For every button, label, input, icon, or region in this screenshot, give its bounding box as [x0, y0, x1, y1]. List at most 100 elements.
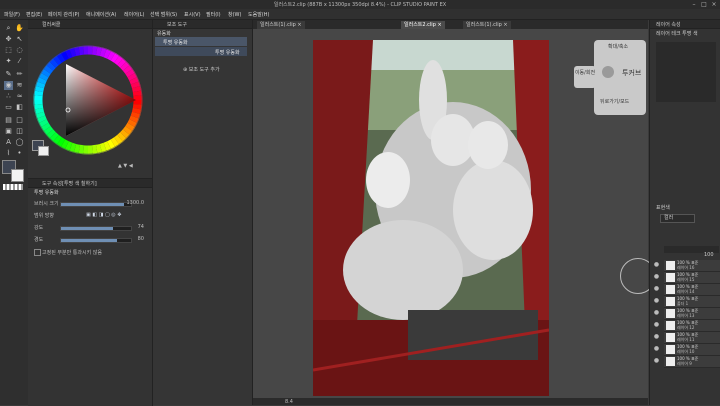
direction-row[interactable]: 범위 방향 ▣ ◧ ◨ ▢ ◎ ✥ [32, 211, 150, 219]
brush-size-label: 브러시 크기 [34, 201, 59, 207]
fill-icon[interactable]: ◧ [15, 103, 24, 112]
layer-row[interactable]: 100 % 표준 레이어 13 [664, 308, 720, 320]
ruler-icon[interactable]: ◫ [15, 127, 24, 136]
liquify-icon[interactable]: ◉ [4, 81, 13, 90]
strength-row[interactable]: 강도 74 [32, 223, 150, 231]
menu-bar: 파일(F) 편집(E) 페이지 관리(P) 애니메이션(A) 레이어(L) 선택… [0, 9, 720, 20]
menu-select[interactable]: 선택 범위(S) [150, 11, 177, 18]
tab-active[interactable]: 일러스트2.clip × [401, 21, 445, 29]
layer-row[interactable]: 100 % 표준 레이어 11 [664, 332, 720, 344]
brush-size-row[interactable]: 브러시 크기 1300.0 [32, 199, 150, 207]
tab-inactive[interactable]: 일러스트(1).clip × [257, 21, 305, 29]
layer-row[interactable]: 100 % 표준 폴더 1 [664, 296, 720, 308]
eraser-icon[interactable]: ▭ [4, 103, 13, 112]
title-bar: 일러스트2.clip (887B x 11300px 350dpi 8.4%) … [0, 0, 720, 9]
color-panel-header: 컬러써클 [28, 20, 152, 29]
menu-page[interactable]: 페이지 관리(P) [48, 11, 80, 18]
tool-property-header: 도구 속성[투명 색 칠하기] [28, 179, 152, 188]
menu-file[interactable]: 파일(F) [4, 11, 20, 18]
sub-tool-panel: 보조 도구 유동화 투명 유동화 투명 유동화 ⊕ 보조 도구 추가 [153, 20, 253, 405]
color-panel-title: 컬러써클 [42, 22, 61, 28]
sub-color-swatch[interactable] [11, 169, 24, 182]
correct-line-icon[interactable]: ⌇ [4, 149, 13, 158]
eye-icon[interactable]: ● [653, 297, 660, 304]
menu-filter[interactable]: 필터(I) [206, 11, 221, 18]
eye-icon[interactable]: ● [653, 285, 660, 292]
minimize-icon[interactable]: – [690, 1, 698, 8]
strength-slider[interactable] [60, 226, 132, 231]
eye-icon[interactable]: ● [653, 345, 660, 352]
transparent-swatch[interactable] [3, 184, 23, 190]
airbrush-icon[interactable]: ∴ [4, 92, 13, 101]
eye-icon[interactable]: ● [653, 357, 660, 364]
dot-icon[interactable]: • [15, 149, 24, 158]
nav-move-button[interactable]: 이동/회전 [574, 66, 596, 88]
opacity-label: 100 [704, 252, 714, 258]
direction-buttons[interactable]: ▣ ◧ ◨ ▢ ◎ ✥ [86, 212, 121, 218]
navigator-pad[interactable]: 확대/축소 이동/회전 투커브 뒤로가기/모드 [574, 40, 646, 115]
brush-size-slider[interactable] [60, 202, 132, 207]
tool-rail: ⌕ ✋ ✥ ↖ ⬚ ◌ ✦ ⁄ ✎ ✏ ◉ ≋ ∴ ≈ ▭ ◧ ▤ □ ▣ ◫ … [0, 20, 29, 405]
menu-edit[interactable]: 편집(E) [26, 11, 42, 18]
tab-inactive[interactable]: 일러스트(1).clip × [463, 21, 511, 29]
sub-tool-group: 유동화 [157, 31, 171, 37]
add-sub-tool-button[interactable]: ⊕ 보조 도구 추가 [183, 66, 220, 73]
close-icon[interactable]: × [710, 1, 718, 8]
layer-panel-header: 레이어 속성 [650, 20, 720, 29]
gradient-icon[interactable]: ▤ [4, 116, 13, 125]
eye-icon[interactable]: ● [653, 273, 660, 280]
artwork-canvas[interactable] [313, 40, 549, 396]
blend-select[interactable]: 컬러 [660, 214, 695, 223]
menu-view[interactable]: 표시(V) [184, 11, 201, 18]
hand-icon[interactable]: ✋ [15, 24, 24, 33]
pen-icon[interactable]: ✎ [4, 70, 13, 79]
eye-icon[interactable]: ● [653, 309, 660, 316]
blend-icon[interactable]: ≈ [15, 92, 24, 101]
move-icon[interactable]: ✥ [4, 35, 13, 44]
eye-icon[interactable]: ● [653, 321, 660, 328]
zoom-icon[interactable]: ⌕ [4, 24, 13, 33]
layer-row[interactable]: 100 % 표준 레이어 15 [664, 272, 720, 284]
layer-row[interactable]: 100 % 표준 레이어 16 [664, 260, 720, 272]
hardness-slider[interactable] [60, 238, 132, 243]
text-icon[interactable]: A [4, 138, 13, 147]
balloon-icon[interactable]: ◯ [15, 138, 24, 147]
hardness-row[interactable]: 경도 80 [32, 235, 150, 243]
frame-icon[interactable]: ▣ [4, 127, 13, 136]
lasso-icon[interactable]: ◌ [15, 46, 24, 55]
window-title: 일러스트2.clip (887B x 11300px 350dpi 8.4%) … [273, 2, 447, 8]
previous-color[interactable] [38, 146, 49, 156]
layer-row[interactable]: 100 % 표준 레이어 10 [664, 344, 720, 356]
menu-layer[interactable]: 레이어(L) [124, 11, 145, 18]
eye-icon[interactable]: ● [653, 333, 660, 340]
sub-tool-header: 보조 도구 [153, 20, 252, 29]
nav-center-knob[interactable] [602, 66, 614, 78]
direction-label: 범위 방향 [34, 213, 54, 219]
wand-icon[interactable]: ✦ [4, 57, 13, 66]
operation-icon[interactable]: ↖ [15, 35, 24, 44]
menu-help[interactable]: 도움말(H) [248, 11, 269, 18]
eye-icon[interactable]: ● [653, 261, 660, 268]
layer-preview-area [656, 42, 716, 102]
tool-property-panel: 도구 속성[투명 색 칠하기] 투명 유동화 브러시 크기 1300.0 범위 … [28, 178, 153, 406]
sub-tool-item[interactable]: 투명 유동화 [155, 37, 247, 46]
maximize-icon[interactable]: □ [700, 1, 708, 8]
sub-tool-item[interactable]: 투명 유동화 [155, 47, 247, 56]
tool-name: 투명 유동화 [34, 190, 59, 196]
menu-window[interactable]: 창(W) [228, 11, 241, 18]
figure-icon[interactable]: □ [15, 116, 24, 125]
eyedropper-icon[interactable]: ⁄ [15, 57, 24, 66]
status-bar: 8.4 [253, 398, 648, 405]
nav-center-label: 투커브 [622, 69, 642, 77]
layer-row[interactable]: 100 % 표준 레이어 14 [664, 284, 720, 296]
sub-tool-title: 보조 도구 [167, 22, 187, 28]
layer-row[interactable]: 100 % 표준 레이어 9 [664, 356, 720, 368]
hardness-label: 경도 [34, 237, 44, 243]
menu-animation[interactable]: 애니메이션(A) [86, 11, 116, 18]
lock-checkbox[interactable] [34, 249, 41, 256]
layer-row[interactable]: 100 % 표준 레이어 12 [664, 320, 720, 332]
select-icon[interactable]: ⬚ [4, 46, 13, 55]
brush-icon[interactable]: ≋ [15, 81, 24, 90]
layer-panel: 레이어 속성 레이어 테크 투명 색 표현색 컬러 100 ● 100 % 표준… [649, 20, 720, 405]
pencil-icon[interactable]: ✏ [15, 70, 24, 79]
